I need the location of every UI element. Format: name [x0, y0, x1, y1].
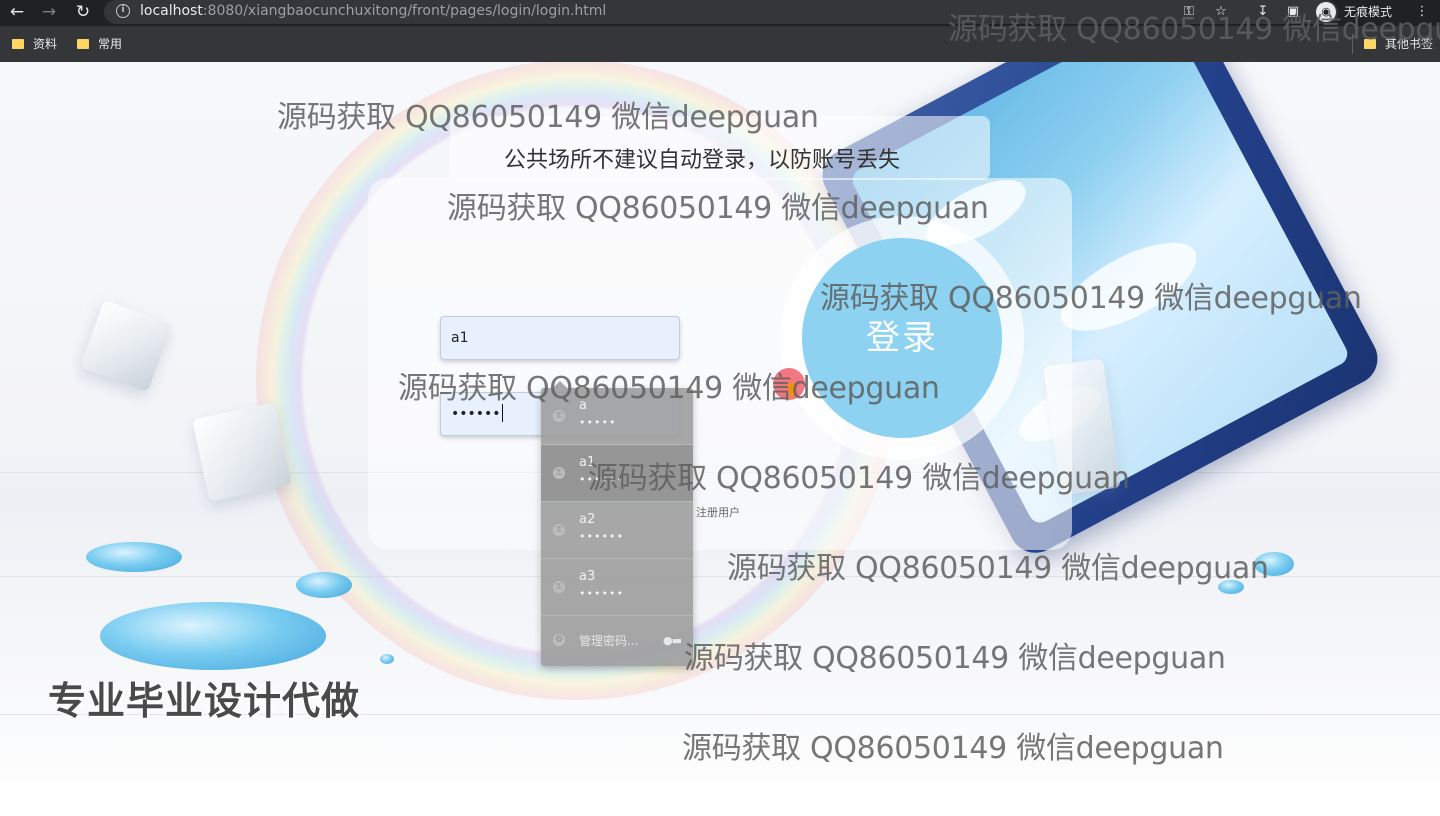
watermark-text: 源码获取 QQ86050149 微信deepguan: [588, 461, 1130, 496]
key-icon: ⚿: [553, 467, 565, 479]
watermark-text: 源码获取 QQ86050149 微信deepguan: [398, 371, 940, 406]
auto-login-hint: 公共场所不建议自动登录，以防账号丢失: [504, 148, 901, 173]
water-drop: [380, 654, 394, 664]
autofill-user: a2: [579, 512, 596, 527]
site-info-icon[interactable]: i: [116, 4, 130, 18]
back-arrow-icon[interactable]: ←: [6, 1, 28, 23]
watermark-text: 源码获取 QQ86050149 微信deepguan: [447, 191, 989, 226]
password-autofill-dropdown: ⚿ a ••••• ⚿ a1 •••••• ⚿ a2 •••••• ⚿ a3 •…: [541, 381, 693, 666]
url-host: localhost: [140, 3, 203, 19]
cube-decoration: [192, 402, 292, 502]
google-key-icon: ●▬: [663, 634, 682, 647]
cube-decoration: [79, 299, 173, 393]
url-path: :8080/xiangbaocunchuxitong/front/pages/l…: [202, 3, 607, 19]
username-value: a1: [451, 330, 469, 346]
folder-icon: [77, 39, 89, 49]
manage-passwords-item[interactable]: ⚙ 管理密码... ●▬: [541, 616, 693, 666]
forward-arrow-icon[interactable]: →: [38, 1, 60, 23]
login-button-label: 登录: [866, 318, 938, 358]
watermark-text: 源码获取 QQ86050149 微信deepguan: [682, 731, 1224, 766]
watermark-text: 源码获取 QQ86050149 微信deepguan: [684, 641, 1226, 676]
manage-passwords-label: 管理密码...: [579, 634, 639, 648]
key-icon: ⚿: [553, 410, 565, 422]
watermark-text: 源码获取 QQ86050149 微信deepguan: [820, 281, 1362, 316]
url-text[interactable]: localhost:8080/xiangbaocunchuxitong/fron…: [140, 3, 606, 19]
autofill-pass: ••••••: [579, 587, 624, 600]
password-value: ••••••: [451, 406, 501, 422]
autofill-pass: •••••: [579, 416, 617, 429]
watermark-text: 源码获取 QQ86050149 微信deepguan: [727, 551, 1269, 586]
gear-icon: ⚙: [553, 634, 565, 646]
autofill-item[interactable]: ⚿ a3 ••••••: [541, 559, 693, 615]
watermark-text: 源码获取 QQ86050149 微信deepguan: [277, 100, 819, 135]
water-puddle: [100, 602, 326, 670]
water-drop: [296, 572, 352, 598]
key-icon: ⚿: [553, 524, 565, 536]
bookmark-label: 常用: [98, 37, 123, 51]
username-input[interactable]: a1: [440, 316, 680, 360]
watermark-text: 源码获取 QQ86050149 微信deepguan: [948, 12, 1440, 47]
reload-icon[interactable]: ↻: [72, 1, 94, 23]
folder-icon: [12, 39, 24, 49]
key-icon: ⚿: [553, 581, 565, 593]
bookmark-folder[interactable]: 资料: [12, 36, 57, 52]
water-drop: [86, 542, 182, 572]
register-link[interactable]: 注册用户: [696, 504, 740, 520]
bookmark-label: 资料: [33, 37, 58, 51]
login-button[interactable]: 登录: [802, 238, 1002, 438]
autofill-user: a3: [579, 569, 596, 584]
bookmark-folder[interactable]: 常用: [77, 36, 122, 52]
background-slogan: 专业毕业设计代做: [48, 679, 361, 723]
autofill-item[interactable]: ⚿ a2 ••••••: [541, 502, 693, 558]
autofill-pass: ••••••: [579, 530, 624, 543]
